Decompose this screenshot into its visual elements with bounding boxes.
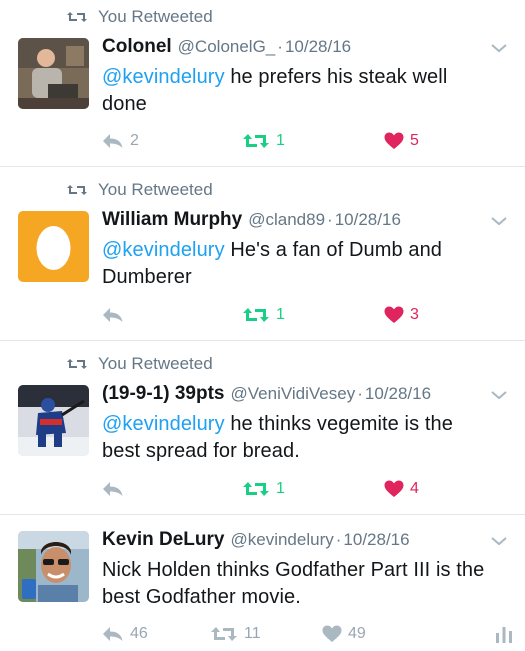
person-at-desk-photo [18,38,89,109]
separator-dot: · [357,384,363,403]
author-name[interactable]: William Murphy [102,209,242,231]
retweet-icon [243,134,269,148]
retweet-count: 1 [276,480,285,497]
like-button[interactable]: 4 [384,480,419,498]
retweet-context-label: You Retweeted [98,7,213,26]
mention-link[interactable]: @kevindelury [102,413,225,435]
mention-link[interactable]: @kevindelury [102,239,225,261]
reply-icon [103,308,123,322]
default-egg-avatar [18,211,89,282]
retweet-button[interactable]: 1 [242,480,382,498]
retweet-icon [67,185,87,195]
tweet-header: Kevin DeLury @kevindelury · 10/28/16 [102,529,485,553]
like-count: 49 [348,625,366,642]
retweet-count: 1 [276,132,285,149]
author-handle[interactable]: @VeniVidiVesey [231,384,356,404]
avatar[interactable] [18,531,89,602]
retweet-icon [67,359,87,369]
tweet[interactable]: You Retweeted William Murphy @cland89 · … [0,167,525,341]
chevron-down-icon[interactable] [489,41,509,55]
heart-icon [384,132,404,149]
mention-link[interactable]: @kevindelury [102,66,225,88]
author-name[interactable]: Kevin DeLury [102,529,224,551]
tweet-text-content: Nick Holden thinks Godfather Part III is… [102,559,485,608]
tweet-text: Nick Holden thinks Godfather Part III is… [102,557,485,611]
tweet-text: @kevindelury He's a fan of Dumb and Dumb… [102,237,485,291]
retweet-icon [211,627,237,641]
separator-dot: · [277,37,283,56]
avatar[interactable] [18,38,89,109]
reply-icon [103,627,123,641]
bar-chart-icon [496,627,512,643]
tweet-body: Kevin DeLury @kevindelury · 10/28/16 Nic… [102,529,485,611]
like-button[interactable]: 49 [322,625,366,643]
tweet[interactable]: Kevin DeLury @kevindelury · 10/28/16 Nic… [0,515,525,651]
tweet-actions: 2 1 5 [102,129,513,153]
like-count: 4 [410,480,419,497]
author-handle[interactable]: @ColonelG_ [178,37,276,57]
tweet-body: William Murphy @cland89 · 10/28/16 @kevi… [102,209,485,291]
retweet-button[interactable]: 1 [242,132,382,150]
retweet-count: 11 [244,625,261,642]
retweet-context-label: You Retweeted [98,180,213,199]
tweet-date[interactable]: 10/28/16 [343,530,409,550]
retweet-icon [243,482,269,496]
like-button[interactable]: 3 [384,306,419,324]
hockey-player-photo [18,385,89,456]
reply-button[interactable]: 46 [102,625,210,643]
tweet-actions: 46 11 49 [102,622,513,646]
heart-icon [384,306,404,323]
reply-button[interactable] [102,307,242,323]
avatar[interactable] [18,211,89,282]
author-name[interactable]: (19-9-1) 39pts [102,383,225,405]
tweet-date[interactable]: 10/28/16 [335,210,401,230]
like-button[interactable]: 5 [384,132,419,150]
retweet-count: 1 [276,306,285,323]
reply-icon [103,482,123,496]
tweet-date[interactable]: 10/28/16 [365,384,431,404]
author-handle[interactable]: @kevindelury [230,530,333,550]
tweet[interactable]: You Retweeted Colonel @ColonelG_ · 10/28… [0,0,525,167]
tweet[interactable]: You Retweeted (19-9-1) 39pts @VeniVidiVe… [0,341,525,515]
retweet-context-label: You Retweeted [98,354,213,373]
avatar[interactable] [18,385,89,456]
heart-icon [322,625,342,642]
tweet-actions: 1 3 [102,303,513,327]
tweet-text: @kevindelury he prefers his steak well d… [102,64,485,118]
separator-dot: · [327,210,333,229]
retweet-button[interactable]: 11 [210,625,322,643]
tweet-header: (19-9-1) 39pts @VeniVidiVesey · 10/28/16 [102,383,485,407]
reply-icon [103,134,123,148]
tweet-header: Colonel @ColonelG_ · 10/28/16 [102,36,485,60]
author-name[interactable]: Colonel [102,36,172,58]
tweet-actions: 1 4 [102,477,513,501]
reply-button[interactable]: 2 [102,132,242,150]
retweet-icon [67,12,87,22]
author-handle[interactable]: @cland89 [248,210,325,230]
tweet-body: (19-9-1) 39pts @VeniVidiVesey · 10/28/16… [102,383,485,465]
reply-button[interactable] [102,481,242,497]
retweet-context: You Retweeted [66,6,213,28]
chevron-down-icon[interactable] [489,214,509,228]
man-with-sunglasses-photo [18,531,89,602]
retweet-icon [243,308,269,322]
heart-icon [384,480,404,497]
retweet-context: You Retweeted [66,353,213,375]
like-count: 5 [410,132,419,149]
chevron-down-icon[interactable] [489,388,509,402]
chevron-down-icon[interactable] [489,534,509,548]
reply-count: 2 [130,132,139,149]
tweet-header: William Murphy @cland89 · 10/28/16 [102,209,485,233]
separator-dot: · [335,530,342,549]
like-count: 3 [410,306,419,323]
tweet-text: @kevindelury he thinks vegemite is the b… [102,411,485,465]
retweet-context: You Retweeted [66,179,213,201]
reply-count: 46 [130,625,148,642]
analytics-button[interactable] [495,625,513,643]
retweet-button[interactable]: 1 [242,306,382,324]
tweet-date[interactable]: 10/28/16 [285,37,351,57]
tweet-body: Colonel @ColonelG_ · 10/28/16 @kevindelu… [102,36,485,118]
